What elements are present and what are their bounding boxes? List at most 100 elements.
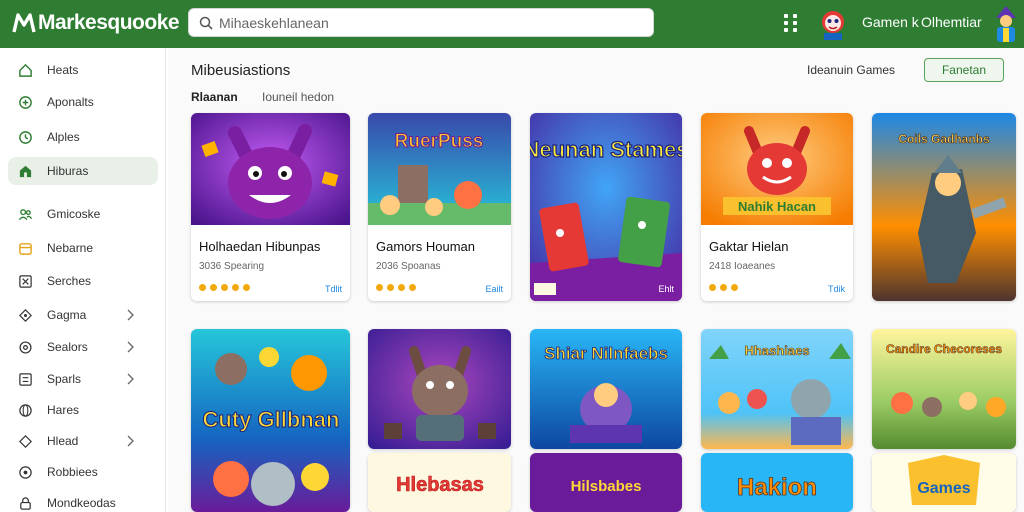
card-badge[interactable]: Tdlit [325,284,342,294]
card-badge[interactable]: Eailt [485,284,503,294]
game-card[interactable] [368,329,511,449]
tag-icon [19,274,32,288]
sidebar-item-heats[interactable]: Heats [8,56,158,84]
game-card[interactable]: Coils Gadhanbs [872,113,1016,301]
filter-label: Ideanuin Games [807,63,896,77]
rating-dots [709,284,738,291]
sidebar: Heats Aponalts Alples Hiburas Gmicoske N… [0,48,166,512]
chevron-right-icon [127,309,134,321]
card-art [368,329,511,449]
card-art-title: Games [917,480,970,497]
section-sublabel: Iouneil hedon [262,90,335,104]
card-art: Games [872,453,1016,512]
card-title: Gaktar Hielan [709,239,789,254]
brand-logo[interactable]: Markesquooke [12,9,180,37]
sidebar-item-label: Gagma [47,308,87,322]
card-art-title: Shiar Nilnfaebs [544,344,668,363]
sidebar-item-aponalts[interactable]: Aponalts [8,88,158,116]
card-meta: 2418 Ioaeanes [709,261,776,272]
card-badge[interactable]: Ehlt [658,284,674,294]
sidebar-item-gagma[interactable]: Gagma [8,301,158,329]
lock-icon [20,496,31,510]
sidebar-item-serches[interactable]: Serches [8,267,158,295]
card-art: Nahik Hacan [701,113,853,225]
profile-menu[interactable]: Olhemtiar [921,14,982,30]
card-art: Coils Gadhanbs [872,113,1016,301]
game-card[interactable]: Candire Checoreses [872,329,1016,449]
sidebar-item-hlead[interactable]: Hlead [8,427,158,455]
filter-button[interactable]: Fanetan [924,58,1004,82]
game-card[interactable]: Nahik Hacan Gaktar Hielan 2418 Ioaeanes … [701,113,853,301]
chevron-right-icon [127,341,134,353]
sidebar-item-nebarne[interactable]: Nebarne [8,234,158,262]
sidebar-item-alples[interactable]: Alples [8,123,158,151]
section-label: Rlaanan [191,90,238,104]
sidebar-item-hares[interactable]: Hares [8,396,158,424]
game-card[interactable]: RuerPuss Gamors Houman 2036 Spoanas Eail… [368,113,511,301]
sidebar-item-label: Mondkeodas [47,496,116,510]
sidebar-item-label: Hares [47,403,80,417]
card-art-title: RuerPuss [395,131,484,152]
game-card[interactable]: Hlebasas [368,453,511,512]
sidebar-item-sealors[interactable]: Sealors [8,333,158,361]
card-art: Hilsbabes [530,453,682,512]
card-art-title: Neunan Stames [530,137,682,162]
card-art: Candire Checoreses [872,329,1016,449]
card-art: Hakion [701,453,853,512]
game-card[interactable]: Shiar Nilnfaebs [530,329,682,449]
card-art: Hlebasas [368,453,511,512]
page-title: Mibeusiastions [191,62,291,79]
chevron-right-icon [127,373,134,385]
sidebar-item-label: Heats [47,63,79,77]
game-card[interactable]: Hilsbabes [530,453,682,512]
game-card[interactable]: Cuty Gllbnan [191,329,350,512]
card-art-title: Candire Checoreses [886,342,1002,356]
card-title: Holhaedan Hibunpas [199,239,321,254]
sidebar-item-label: Sealors [47,340,88,354]
game-card[interactable]: Neunan Stames Ehlt [530,113,682,301]
sidebar-item-gmicoske[interactable]: Gmicoske [8,200,158,228]
card-badge[interactable]: Tdik [828,284,845,294]
sidebar-item-label: Hlead [47,434,79,448]
game-card[interactable]: Games [872,453,1016,512]
main-content: Mibeusiastions Rlaanan Iouneil hedon Ide… [168,48,1024,512]
sidebar-item-label: Nebarne [47,241,94,255]
card-meta: 3036 Spearing [199,261,265,272]
mascot-avatar[interactable] [818,6,848,40]
logo-icon [12,13,36,33]
brand-name: Markesquooke [38,11,180,34]
sidebar-item-label: Serches [47,274,92,288]
sidebar-item-label: Hiburas [47,164,89,178]
sidebar-item-hiburas[interactable]: Hiburas [8,157,158,185]
apps-grid-icon[interactable] [784,14,800,32]
card-art: Neunan Stames [530,113,682,301]
profile-name[interactable]: Gamen k [862,14,919,30]
sidebar-item-label: Aponalts [47,95,94,109]
card-art: RuerPuss [368,113,511,225]
search-bar[interactable] [188,8,654,37]
info-icon [19,465,32,479]
card-art-title: Hhashiaes [744,343,809,358]
sidebar-item-sparls[interactable]: Sparls [8,365,158,393]
shield-icon [19,434,32,448]
gear-icon [19,340,32,354]
game-card[interactable]: Hakion [701,453,853,512]
game-card[interactable]: Hhashiaes [701,329,853,449]
card-art [191,113,350,225]
clock-icon [19,130,32,144]
sidebar-item-label: Gmicoske [47,207,101,221]
globe-icon [19,403,32,417]
user-avatar[interactable] [992,4,1020,42]
sidebar-item-label: Alples [47,130,80,144]
users-icon [18,208,33,220]
search-input[interactable] [219,14,619,31]
top-bar: Markesquooke Gamen k Olhemtiar [0,0,1024,48]
sidebar-item-robbiees[interactable]: Robbiees [8,458,158,486]
sidebar-item-mondkeodas[interactable]: Mondkeodas [8,489,158,512]
card-art-title: Hlebasas [396,474,484,496]
card-art: Cuty Gllbnan [191,329,350,512]
game-card[interactable]: Holhaedan Hibunpas 3036 Spearing Tdlit [191,113,350,301]
calendar-icon [19,242,32,255]
plus-circle-icon [19,95,32,109]
list-icon [19,372,32,386]
